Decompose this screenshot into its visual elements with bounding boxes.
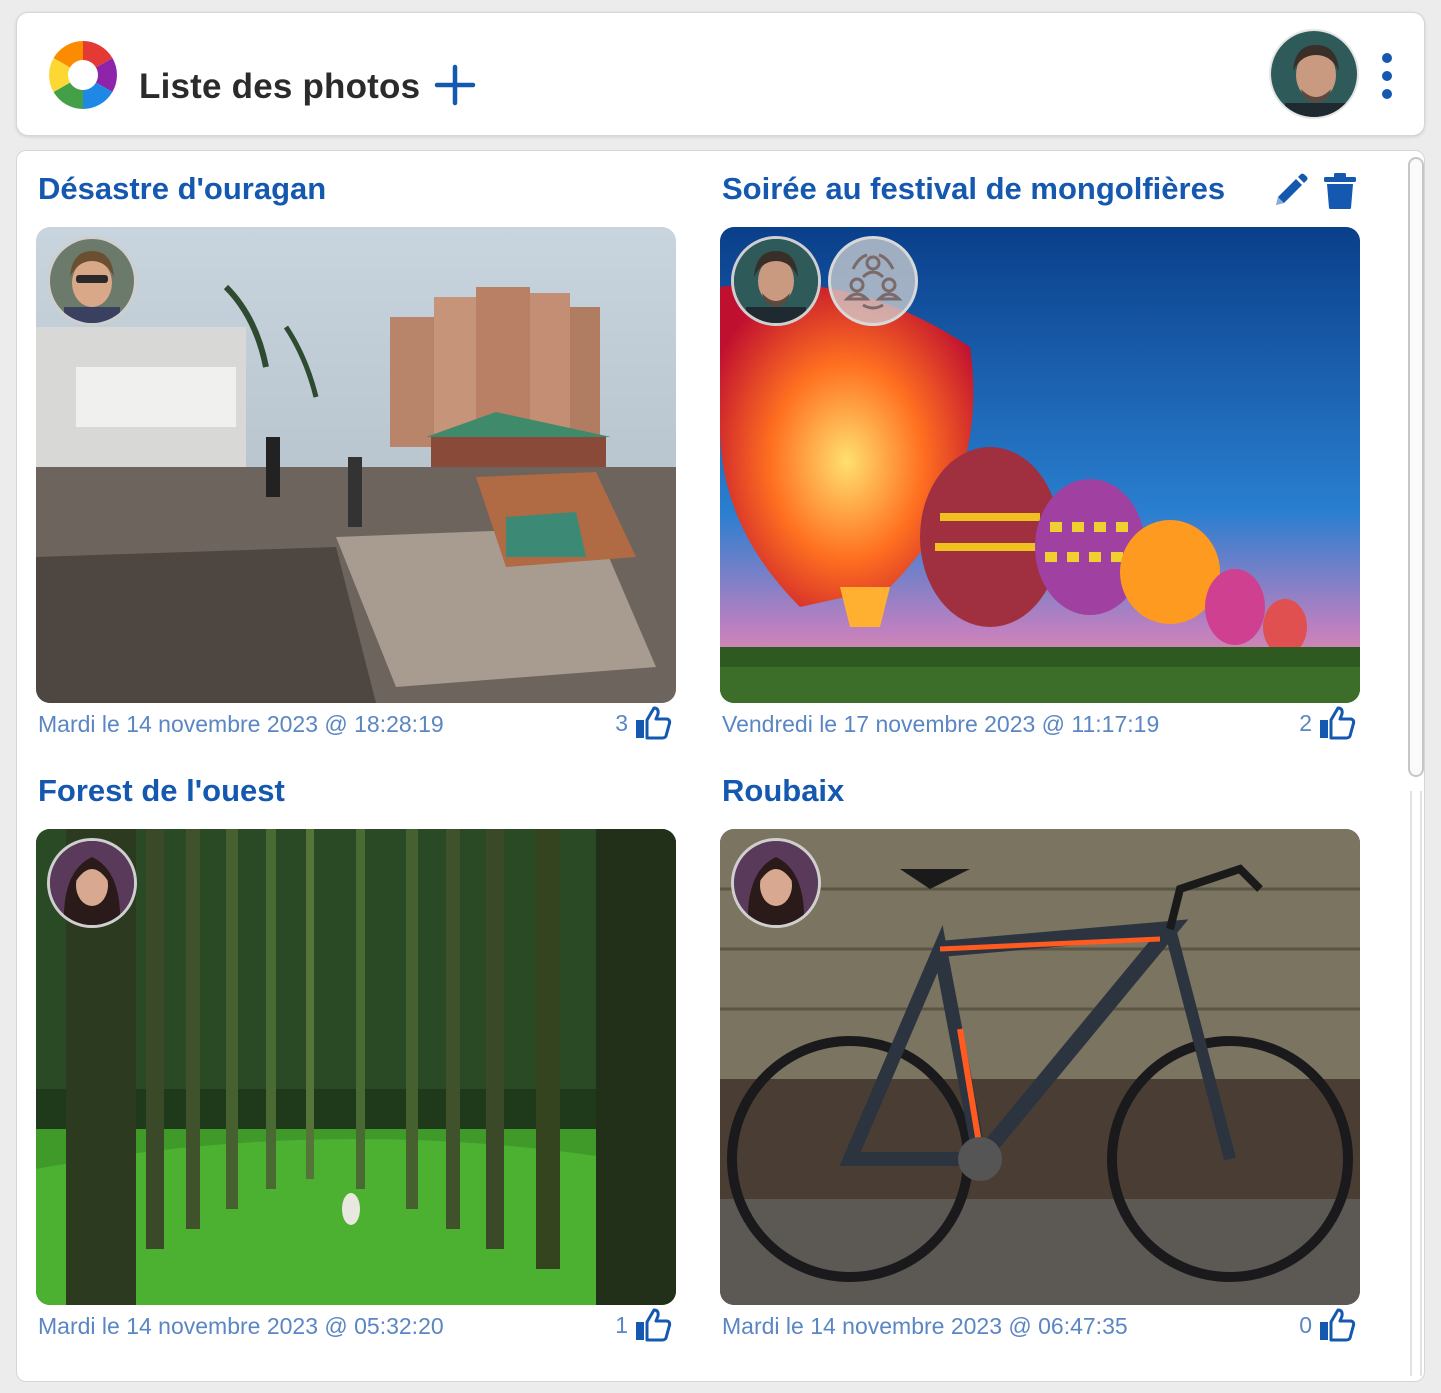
owner-avatar (731, 236, 821, 326)
photo-title[interactable]: Forest de l'ouest (38, 773, 285, 809)
scrollbar-thumb[interactable] (1408, 157, 1424, 777)
photo-title[interactable]: Roubaix (722, 773, 844, 809)
scrollbar-track[interactable] (1410, 791, 1422, 1376)
thumbs-up-icon (1320, 1308, 1356, 1342)
trash-icon[interactable] (1320, 171, 1360, 211)
like-count: 0 (1299, 1311, 1312, 1338)
user-avatar[interactable] (1269, 29, 1359, 119)
add-photo-button[interactable] (433, 63, 477, 107)
page-title: Liste des photos (139, 67, 421, 106)
owner-avatar (731, 838, 821, 928)
like-count: 3 (615, 709, 628, 736)
photo-date: Vendredi le 17 novembre 2023 @ 11:17:19 (722, 711, 1160, 737)
thumbs-up-icon (1320, 706, 1356, 740)
photo-card: Roubaix Mardi le 14 novembre 2023 @ 06:4… (720, 773, 1360, 1353)
owner-avatar (47, 838, 137, 928)
photo-card: Forest de l'ouest Mardi le 14 novembre 2… (36, 773, 676, 1353)
photo-date: Mardi le 14 novembre 2023 @ 18:28:19 (38, 711, 444, 737)
thumbs-up-icon (636, 706, 672, 740)
photo-title[interactable]: Désastre d'ouragan (38, 171, 326, 207)
photo-date: Mardi le 14 novembre 2023 @ 06:47:35 (722, 1313, 1128, 1339)
vertical-dots-icon[interactable] (1377, 51, 1397, 101)
user-avatar-image (1271, 31, 1357, 117)
photo-title[interactable]: Soirée au festival de mongolfières (722, 171, 1225, 207)
thumbs-up-icon (636, 1308, 672, 1342)
like-button[interactable]: 2 (1299, 703, 1356, 743)
photo-image[interactable] (36, 829, 676, 1305)
card-actions (1270, 171, 1360, 211)
owner-avatar (47, 236, 137, 326)
photo-image[interactable] (720, 829, 1360, 1305)
app-header: Liste des photos (16, 12, 1425, 136)
like-button[interactable]: 0 (1299, 1305, 1356, 1345)
photo-list-panel: Désastre d'ouragan Mardi le 14 novembre … (16, 150, 1425, 1382)
like-button[interactable]: 1 (615, 1305, 672, 1345)
like-count: 1 (615, 1311, 628, 1338)
like-count: 2 (1299, 709, 1312, 736)
photo-date: Mardi le 14 novembre 2023 @ 05:32:20 (38, 1313, 444, 1339)
edit-pencil-icon[interactable] (1270, 171, 1310, 211)
photo-card: Désastre d'ouragan Mardi le 14 novembre … (36, 171, 676, 751)
shared-group-icon (828, 236, 918, 326)
photo-image[interactable] (720, 227, 1360, 703)
photo-card: Soirée au festival de mongolfières Vendr… (720, 171, 1360, 751)
photo-image[interactable] (36, 227, 676, 703)
like-button[interactable]: 3 (615, 703, 672, 743)
aperture-logo-icon (49, 41, 117, 109)
